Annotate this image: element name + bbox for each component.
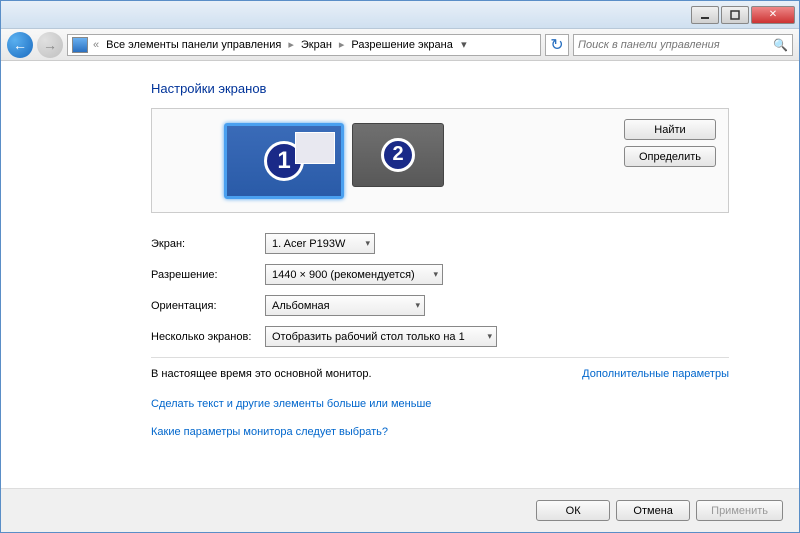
monitor-number: 1 bbox=[264, 141, 304, 181]
monitor-number: 2 bbox=[381, 138, 415, 172]
identify-button[interactable]: Определить bbox=[624, 146, 716, 167]
search-icon[interactable]: 🔍 bbox=[773, 38, 788, 52]
monitor-2[interactable]: 2 bbox=[352, 123, 444, 187]
control-panel-icon bbox=[72, 37, 88, 53]
text-size-link[interactable]: Сделать текст и другие элементы больше и… bbox=[151, 398, 431, 410]
display-row: Экран: 1. Acer P193W bbox=[151, 233, 729, 254]
back-button[interactable]: ← bbox=[7, 32, 33, 58]
display-label: Экран: bbox=[151, 238, 265, 250]
breadcrumb-item[interactable]: Экран bbox=[299, 39, 334, 51]
window: ✕ ← → « Все элементы панели управления ▸… bbox=[0, 0, 800, 533]
chevron-left-icon: « bbox=[90, 39, 102, 51]
monitor-1[interactable]: 1 bbox=[224, 123, 344, 199]
orientation-row: Ориентация: Альбомная bbox=[151, 295, 729, 316]
breadcrumb-item[interactable]: Все элементы панели управления bbox=[104, 39, 283, 51]
minimize-button[interactable] bbox=[691, 6, 719, 24]
orientation-dropdown[interactable]: Альбомная bbox=[265, 295, 425, 316]
chevron-right-icon: ▸ bbox=[285, 38, 297, 51]
forward-button[interactable]: → bbox=[37, 32, 63, 58]
detect-button[interactable]: Найти bbox=[624, 119, 716, 140]
search-box[interactable]: 🔍 bbox=[573, 34, 793, 56]
breadcrumb-item[interactable]: Разрешение экрана bbox=[349, 39, 454, 51]
cancel-button[interactable]: Отмена bbox=[616, 500, 690, 521]
breadcrumb-dropdown-icon[interactable]: ▾ bbox=[457, 38, 471, 51]
footer: ОК Отмена Применить bbox=[1, 488, 799, 532]
monitor-preview: 1 2 Найти Определить bbox=[151, 108, 729, 213]
chevron-right-icon: ▸ bbox=[336, 38, 348, 51]
preview-buttons: Найти Определить bbox=[624, 119, 716, 167]
resolution-dropdown[interactable]: 1440 × 900 (рекомендуется) bbox=[265, 264, 443, 285]
divider bbox=[151, 357, 729, 358]
ok-button[interactable]: ОК bbox=[536, 500, 610, 521]
multiple-displays-label: Несколько экранов: bbox=[151, 331, 265, 343]
monitors-container: 1 2 bbox=[224, 123, 444, 199]
display-dropdown[interactable]: 1. Acer P193W bbox=[265, 233, 375, 254]
orientation-label: Ориентация: bbox=[151, 300, 265, 312]
help-link[interactable]: Какие параметры монитора следует выбрать… bbox=[151, 426, 388, 438]
titlebar: ✕ bbox=[1, 1, 799, 29]
resolution-label: Разрешение: bbox=[151, 269, 265, 281]
close-button[interactable]: ✕ bbox=[751, 6, 795, 24]
resolution-row: Разрешение: 1440 × 900 (рекомендуется) bbox=[151, 264, 729, 285]
content: Настройки экранов 1 2 Найти Определить Э… bbox=[1, 61, 799, 489]
search-input[interactable] bbox=[578, 39, 773, 51]
navbar: ← → « Все элементы панели управления ▸ Э… bbox=[1, 29, 799, 61]
multiple-displays-dropdown[interactable]: Отобразить рабочий стол только на 1 bbox=[265, 326, 497, 347]
advanced-settings-link[interactable]: Дополнительные параметры bbox=[582, 368, 729, 380]
page-title: Настройки экранов bbox=[151, 81, 729, 96]
apply-button[interactable]: Применить bbox=[696, 500, 783, 521]
status-row: В настоящее время это основной монитор. … bbox=[151, 368, 729, 380]
multiple-displays-row: Несколько экранов: Отобразить рабочий ст… bbox=[151, 326, 729, 347]
refresh-button[interactable]: ↻ bbox=[545, 34, 569, 56]
breadcrumb[interactable]: « Все элементы панели управления ▸ Экран… bbox=[67, 34, 541, 56]
maximize-button[interactable] bbox=[721, 6, 749, 24]
main-monitor-status: В настоящее время это основной монитор. bbox=[151, 368, 372, 380]
